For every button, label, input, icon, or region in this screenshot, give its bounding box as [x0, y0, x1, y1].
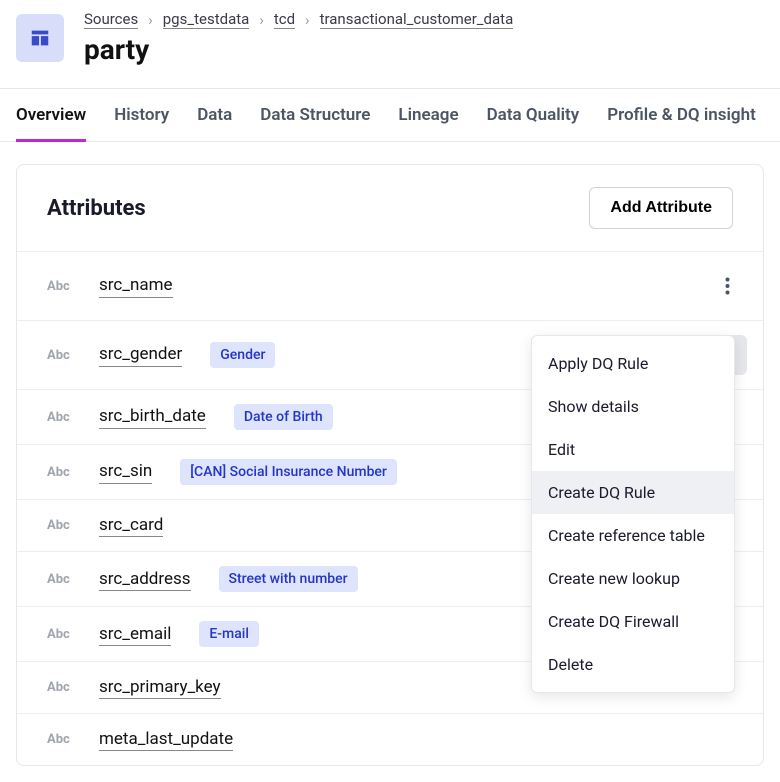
menu-item-show-details[interactable]: Show details [532, 385, 734, 428]
panel-heading: Attributes [47, 196, 146, 221]
attribute-name[interactable]: src_birth_date [99, 405, 206, 428]
context-menu: Apply DQ RuleShow detailsEditCreate DQ R… [531, 335, 735, 693]
menu-item-create-dq-firewall[interactable]: Create DQ Firewall [532, 600, 734, 643]
type-icon: Abc [47, 465, 81, 480]
chevron-right-icon: › [148, 11, 153, 29]
tab-data-structure[interactable]: Data Structure [260, 89, 370, 141]
chevron-right-icon: › [305, 11, 310, 29]
attribute-name[interactable]: src_address [99, 568, 191, 591]
type-icon: Abc [47, 518, 81, 533]
entity-table-icon [16, 14, 64, 62]
attribute-name[interactable]: meta_last_update [99, 728, 233, 751]
breadcrumb-item[interactable]: pgs_testdata [163, 10, 250, 29]
attribute-name[interactable]: src_email [99, 623, 171, 646]
type-icon: Abc [47, 410, 81, 425]
row-actions-button[interactable] [707, 266, 747, 306]
tab-data-quality[interactable]: Data Quality [487, 89, 580, 141]
attribute-name[interactable]: src_gender [99, 343, 182, 366]
classification-badge[interactable]: Date of Birth [234, 404, 333, 430]
menu-item-create-dq-rule[interactable]: Create DQ Rule [532, 471, 734, 514]
attribute-name[interactable]: src_primary_key [99, 676, 221, 699]
menu-item-delete[interactable]: Delete [532, 643, 734, 686]
menu-item-apply-dq-rule[interactable]: Apply DQ Rule [532, 342, 734, 385]
breadcrumb-item[interactable]: Sources [84, 10, 138, 29]
classification-badge[interactable]: [CAN] Social Insurance Number [180, 459, 397, 485]
attribute-name[interactable]: src_card [99, 514, 163, 537]
classification-badge[interactable]: Street with number [219, 566, 358, 592]
menu-item-create-reference-table[interactable]: Create reference table [532, 514, 734, 557]
breadcrumb-item[interactable]: transactional_customer_data [320, 10, 514, 29]
classification-badge[interactable]: Gender [210, 342, 275, 368]
attribute-row: Abc src_name [17, 252, 763, 321]
attributes-panel: Attributes Add Attribute Abc src_name Abc s… [16, 164, 764, 766]
attribute-name[interactable]: src_name [99, 274, 173, 297]
type-icon: Abc [47, 279, 81, 294]
tab-lineage[interactable]: Lineage [398, 89, 458, 141]
type-icon: Abc [47, 572, 81, 587]
type-icon: Abc [47, 627, 81, 642]
menu-item-edit[interactable]: Edit [532, 428, 734, 471]
tab-bar: Overview History Data Data Structure Lineage… [0, 88, 780, 142]
chevron-right-icon: › [259, 11, 264, 29]
breadcrumb-item[interactable]: tcd [274, 10, 295, 29]
tab-overview[interactable]: Overview [16, 89, 86, 142]
attribute-row: Abc meta_last_update [17, 714, 763, 765]
type-icon: Abc [47, 680, 81, 695]
tab-profile-dq-insight[interactable]: Profile & DQ insight [607, 89, 756, 141]
classification-badge[interactable]: E-mail [199, 621, 259, 647]
page-title: party [84, 33, 764, 66]
tab-data[interactable]: Data [197, 89, 232, 141]
type-icon: Abc [47, 732, 81, 747]
attribute-name[interactable]: src_sin [99, 460, 152, 483]
tab-history[interactable]: History [114, 89, 169, 141]
add-attribute-button[interactable]: Add Attribute [589, 187, 733, 229]
menu-item-create-new-lookup[interactable]: Create new lookup [532, 557, 734, 600]
type-icon: Abc [47, 348, 81, 363]
breadcrumb: Sources › pgs_testdata › tcd › transactional_c… [84, 10, 764, 29]
